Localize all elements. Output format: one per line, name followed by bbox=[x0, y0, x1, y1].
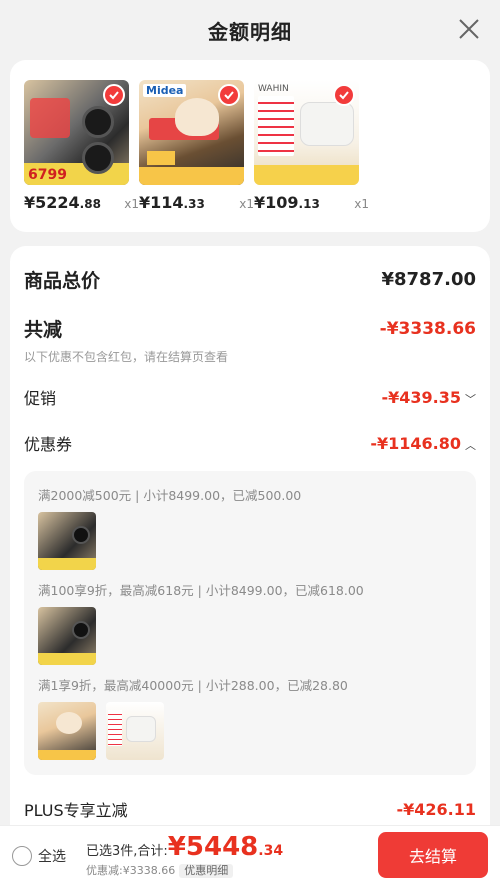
discount-note: 以下优惠不包含红包，请在结算页查看 bbox=[24, 350, 229, 364]
goods-total-value: ¥8787.00 bbox=[381, 269, 476, 290]
coupon-row[interactable]: 优惠券 -¥1146.80 ︿ bbox=[24, 431, 476, 455]
discount-summary: 优惠减:¥3338.66 bbox=[86, 863, 176, 877]
selected-check-icon[interactable] bbox=[218, 84, 240, 106]
select-all-label[interactable]: 全选 bbox=[38, 846, 66, 866]
coupon-rule-line: 满2000减500元 | 小计8499.00，已减500.00 bbox=[38, 488, 302, 503]
total-discount-value: -¥3338.66 bbox=[379, 318, 476, 339]
product-qty: x1 bbox=[124, 197, 139, 211]
selected-count-text: 已选3件,合计: bbox=[86, 844, 168, 860]
product-item[interactable]: WAHIN ¥109.13 x1 bbox=[254, 80, 369, 232]
select-all-radio[interactable] bbox=[12, 845, 32, 866]
discount-detail-tag[interactable]: 优惠明细 bbox=[179, 863, 234, 878]
coupon-value: -¥1146.80 bbox=[370, 433, 461, 453]
coupon-detail-box: 满2000减500元 | 小计8499.00，已减500.00 满100享9折，… bbox=[24, 471, 476, 775]
checkout-button[interactable]: 去结算 bbox=[378, 832, 488, 878]
product-item[interactable]: 6799 ¥5224.88 x1 bbox=[24, 80, 139, 232]
coupon-rule-line: 满100享9折，最高减618元 | 小计8499.00，已减618.00 bbox=[38, 583, 364, 598]
product-item[interactable]: Midea ¥114.33 x1 bbox=[139, 80, 254, 232]
coupon-product-thumbnail bbox=[106, 702, 164, 760]
total-amount: ¥5448.34 bbox=[167, 832, 284, 863]
product-thumbnail[interactable]: WAHIN bbox=[254, 80, 359, 185]
product-qty: x1 bbox=[239, 197, 254, 211]
chevron-up-icon[interactable]: ︿ bbox=[465, 437, 476, 453]
selected-check-icon[interactable] bbox=[333, 84, 355, 106]
plus-discount-value: -¥426.11 bbox=[396, 799, 476, 819]
product-thumbnail[interactable]: 6799 bbox=[24, 80, 129, 185]
selected-check-icon[interactable] bbox=[103, 84, 125, 106]
promo-value: -¥439.35 bbox=[381, 387, 461, 407]
coupon-rule-line: 满1享9折，最高减40000元 | 小计288.00，已减28.80 bbox=[38, 678, 348, 693]
goods-total-label: 商品总价 bbox=[24, 270, 101, 292]
plus-discount-label: PLUS专享立减 bbox=[24, 801, 128, 820]
bottom-bar: 全选 已选3件,合计:¥5448.34 优惠减:¥3338.66 优惠明细 去结… bbox=[0, 825, 500, 885]
amount-detail-card: 商品总价 ¥8787.00 共减 -¥3338.66 以下优惠不包含红包，请在结… bbox=[10, 246, 490, 846]
header: 金额明细 bbox=[0, 0, 500, 60]
chevron-down-icon[interactable]: ﹀ bbox=[465, 391, 476, 407]
total-discount-label: 共减 bbox=[24, 319, 63, 341]
thumb-brand-label: WAHIN bbox=[258, 84, 289, 94]
product-qty: x1 bbox=[354, 197, 369, 211]
product-price: ¥114.33 bbox=[139, 193, 205, 212]
coupon-product-thumbnail bbox=[38, 607, 96, 665]
product-thumbnail[interactable]: Midea bbox=[139, 80, 244, 185]
page-title: 金额明细 bbox=[208, 19, 292, 44]
summary: 已选3件,合计:¥5448.34 优惠减:¥3338.66 优惠明细 bbox=[86, 833, 283, 878]
coupon-product-thumbnail bbox=[38, 702, 96, 760]
product-strip: 6799 ¥5224.88 x1 Midea ¥114.33 x1 WAHIN … bbox=[10, 60, 490, 232]
coupon-label: 优惠券 bbox=[24, 435, 73, 454]
promo-row[interactable]: 促销 -¥439.35 ﹀ bbox=[24, 385, 476, 409]
product-price: ¥109.13 bbox=[254, 193, 320, 212]
coupon-product-thumbnail bbox=[38, 512, 96, 570]
product-price: ¥5224.88 bbox=[24, 193, 101, 212]
thumb-brand-label: Midea bbox=[143, 84, 187, 97]
promo-label: 促销 bbox=[24, 389, 57, 408]
thumb-price-label: 6799 bbox=[28, 167, 67, 183]
close-icon[interactable] bbox=[456, 16, 482, 42]
